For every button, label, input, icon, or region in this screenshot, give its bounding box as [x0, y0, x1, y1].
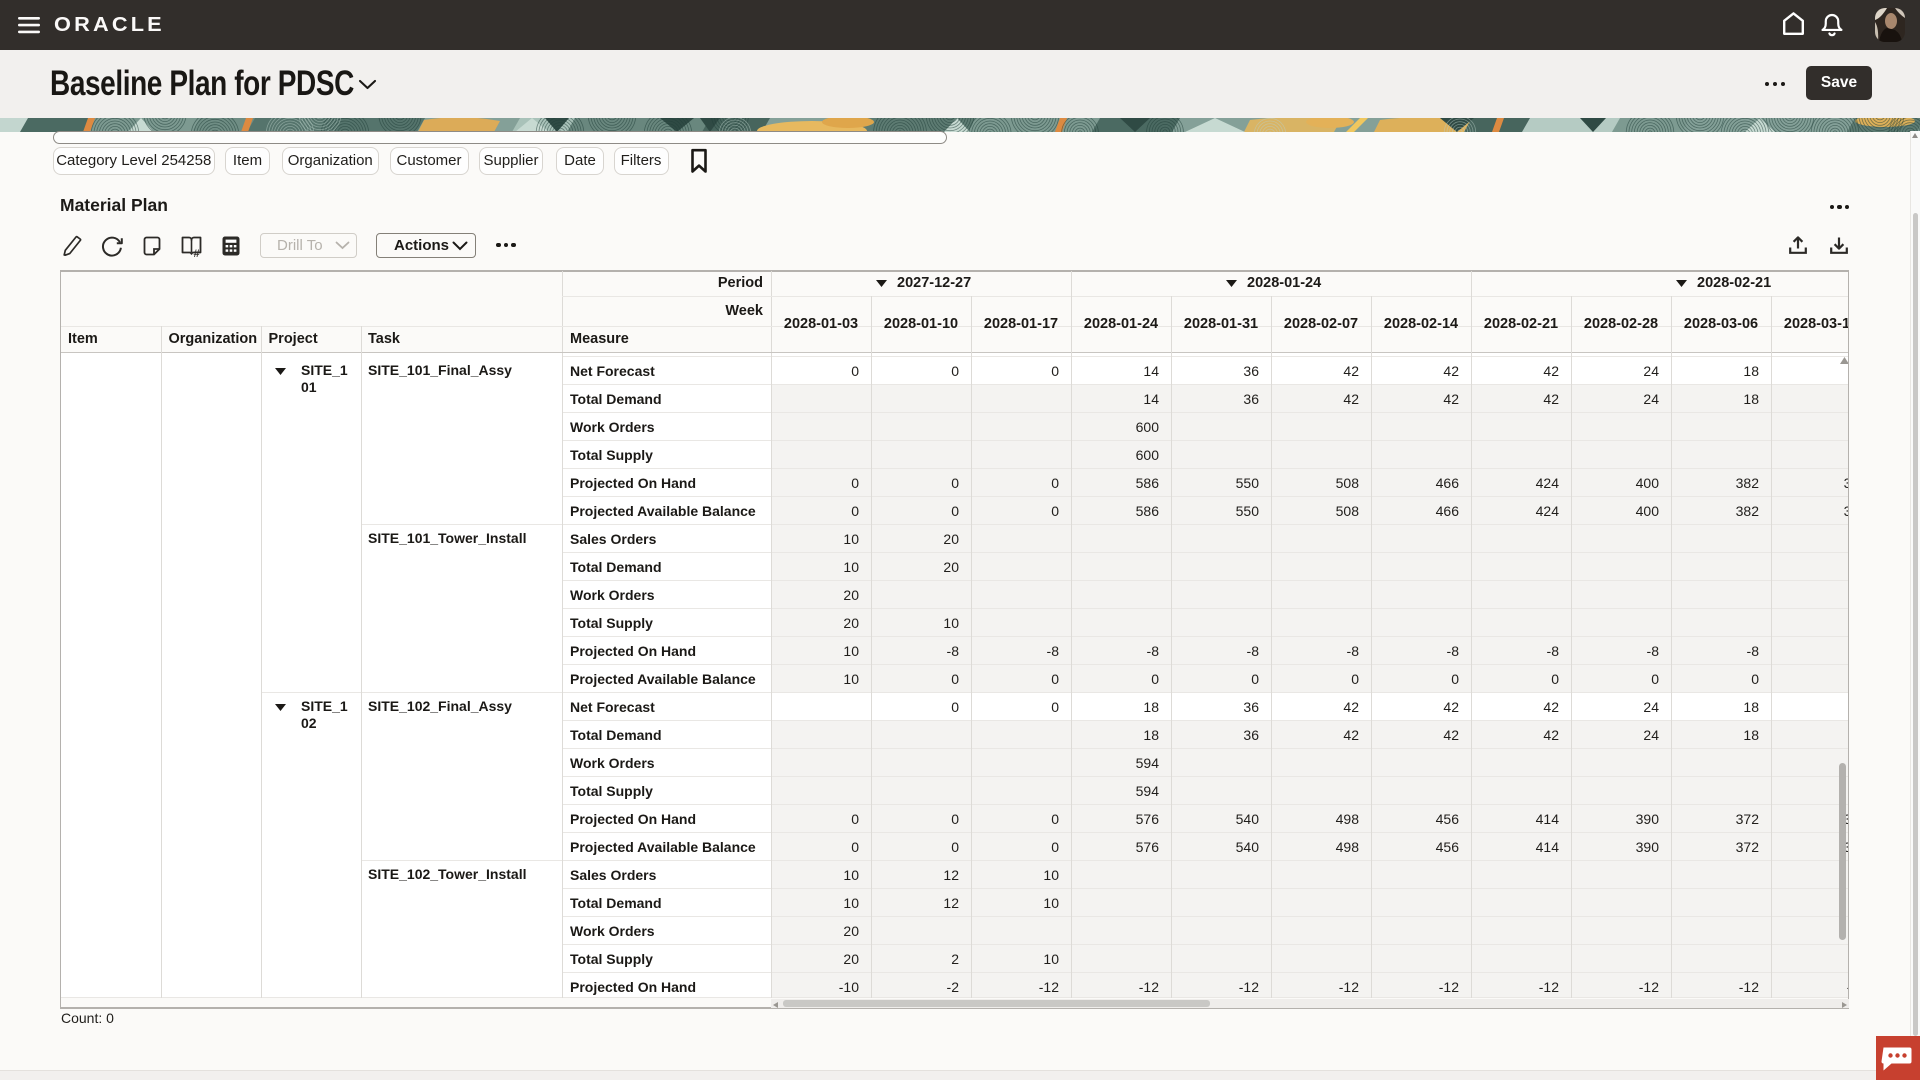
svg-text:#: #	[194, 248, 200, 258]
